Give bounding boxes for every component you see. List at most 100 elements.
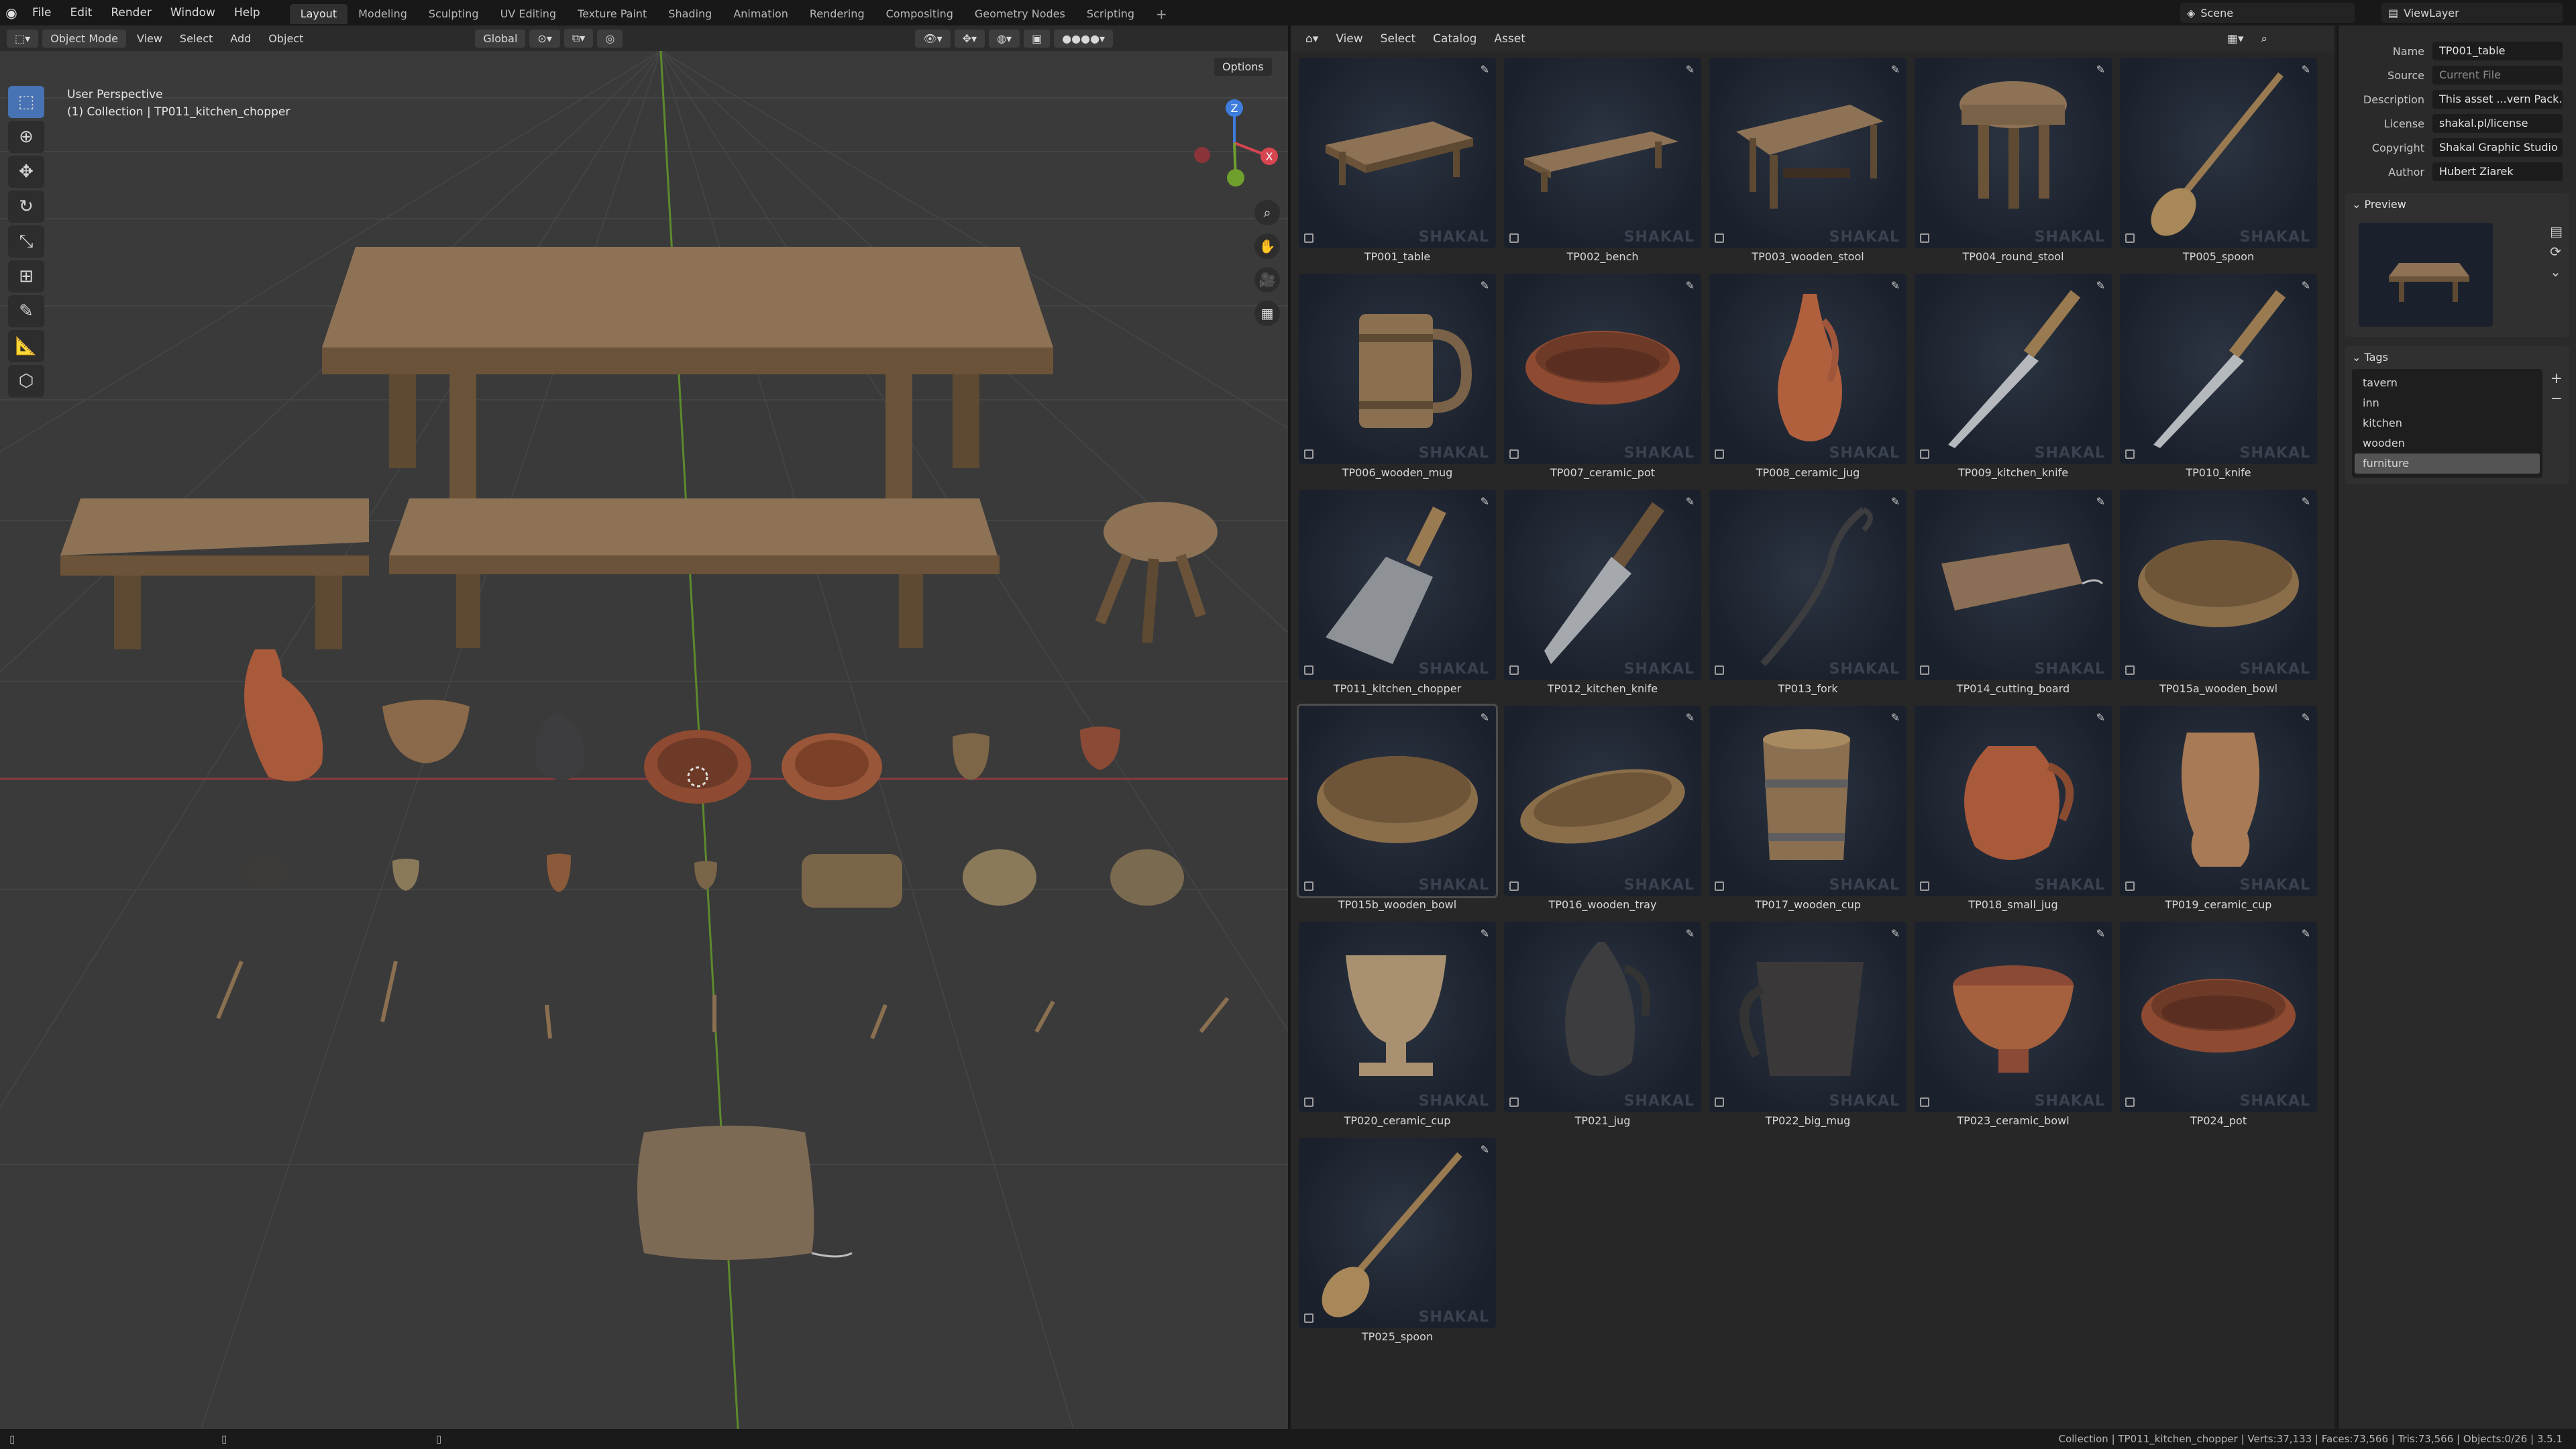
asset-card[interactable]: ✎ SHAKAL TP016_wooden_tray (1504, 706, 1701, 912)
asset-thumbnail[interactable]: ✎ SHAKAL (1915, 706, 2112, 896)
edit-icon[interactable]: ✎ (1891, 63, 1900, 76)
measure-icon[interactable]: 📐 (8, 330, 44, 362)
menu-edit[interactable]: Edit (60, 0, 101, 25)
asset-card[interactable]: ✎ SHAKAL TP021_jug (1504, 922, 1701, 1128)
add-cube-icon[interactable]: ⬡ (8, 365, 44, 397)
annotate-icon[interactable]: ✎ (8, 295, 44, 327)
asset-menu-catalog[interactable]: Catalog (1426, 32, 1483, 46)
asset-thumbnail[interactable]: ✎ SHAKAL (1504, 274, 1701, 464)
asset-card[interactable]: ✎ SHAKAL TP014_cutting_board (1915, 490, 2112, 696)
asset-thumbnail[interactable]: ✎ SHAKAL (1915, 58, 2112, 248)
asset-thumbnail[interactable]: ✎ SHAKAL (1299, 922, 1496, 1112)
tab-rendering[interactable]: Rendering (799, 4, 875, 24)
cursor-icon[interactable]: ⊕ (8, 121, 44, 153)
asset-browser-editor-icon[interactable]: ⌂▾ (1299, 32, 1325, 46)
edit-icon[interactable]: ✎ (2302, 711, 2310, 724)
asset-thumbnail[interactable]: ✎ SHAKAL (1504, 922, 1701, 1112)
asset-card[interactable]: ✎ SHAKAL TP020_ceramic_cup (1299, 922, 1496, 1128)
asset-thumbnail[interactable]: ✎ SHAKAL (1709, 490, 1907, 680)
menu-help[interactable]: Help (225, 0, 270, 25)
asset-thumbnail[interactable]: ✎ SHAKAL (2120, 922, 2317, 1112)
asset-thumbnail[interactable]: ✎ SHAKAL (1915, 274, 2112, 464)
asset-thumbnail[interactable]: ✎ SHAKAL (1709, 706, 1907, 896)
scale-icon[interactable]: ⤡ (8, 225, 44, 258)
ortho-grid-icon[interactable]: ▦ (1254, 301, 1280, 326)
checkbox-icon[interactable] (1509, 233, 1519, 243)
asset-card[interactable]: ✎ SHAKAL TP012_kitchen_knife (1504, 490, 1701, 696)
edit-icon[interactable]: ✎ (2302, 63, 2310, 76)
folder-icon[interactable]: ▤ (2550, 221, 2563, 241)
checkbox-icon[interactable] (1920, 665, 1929, 675)
preview-header[interactable]: ⌄ Preview (2345, 193, 2569, 216)
tab-compositing[interactable]: Compositing (875, 4, 964, 24)
checkbox-icon[interactable] (1509, 449, 1519, 459)
asset-thumbnail[interactable]: ✎ SHAKAL (2120, 274, 2317, 464)
checkbox-icon[interactable] (1304, 665, 1313, 675)
copyright-field[interactable]: Shakal Graphic Studio (2432, 138, 2563, 157)
view-layer-selector[interactable]: ▤ ViewLayer (2381, 3, 2563, 23)
edit-icon[interactable]: ✎ (1481, 63, 1489, 76)
edit-icon[interactable]: ✎ (1481, 1143, 1489, 1156)
author-field[interactable]: Hubert Ziarek (2432, 162, 2563, 181)
tab-scripting[interactable]: Scripting (1076, 4, 1145, 24)
select-box-icon[interactable]: ⬚ (8, 86, 44, 118)
snap-icon[interactable]: ⧉▾ (564, 29, 594, 48)
edit-icon[interactable]: ✎ (1481, 927, 1489, 940)
asset-card[interactable]: ✎ SHAKAL TP025_spoon (1299, 1138, 1496, 1344)
asset-card[interactable]: ✎ SHAKAL TP008_ceramic_jug (1709, 274, 1907, 480)
tag-item[interactable]: tavern (2355, 373, 2540, 393)
tag-item[interactable]: inn (2355, 393, 2540, 413)
menu-window[interactable]: Window (161, 0, 225, 25)
tags-header[interactable]: ⌄ Tags (2345, 346, 2569, 369)
asset-thumbnail[interactable]: ✎ SHAKAL (2120, 490, 2317, 680)
add-tag-icon[interactable]: + (2551, 369, 2563, 389)
camera-icon[interactable]: 🎥 (1254, 267, 1280, 292)
edit-icon[interactable]: ✎ (1481, 495, 1489, 508)
tab-shading[interactable]: Shading (657, 4, 722, 24)
tab-modeling[interactable]: Modeling (347, 4, 418, 24)
checkbox-icon[interactable] (1920, 1097, 1929, 1107)
asset-thumbnail[interactable]: ✎ SHAKAL (1504, 490, 1701, 680)
asset-thumbnail[interactable]: ✎ SHAKAL (1299, 58, 1496, 248)
edit-icon[interactable]: ✎ (1891, 927, 1900, 940)
asset-thumbnail[interactable]: ✎ SHAKAL (1504, 706, 1701, 896)
options-button[interactable]: Options (1214, 58, 1272, 76)
asset-card[interactable]: ✎ SHAKAL TP007_ceramic_pot (1504, 274, 1701, 480)
asset-thumbnail[interactable]: ✎ SHAKAL (1297, 704, 1498, 898)
edit-icon[interactable]: ✎ (1481, 711, 1489, 724)
asset-thumbnail[interactable]: ✎ SHAKAL (2120, 706, 2317, 896)
edit-icon[interactable]: ✎ (1686, 711, 1695, 724)
tab-sculpting[interactable]: Sculpting (418, 4, 490, 24)
asset-thumbnail[interactable]: ✎ SHAKAL (1915, 490, 2112, 680)
move-icon[interactable]: ✥ (8, 156, 44, 188)
asset-card[interactable]: ✎ SHAKAL TP001_table (1299, 58, 1496, 264)
edit-icon[interactable]: ✎ (1891, 711, 1900, 724)
overlay-toggle-icon[interactable]: ◍▾ (989, 29, 1020, 48)
refresh-icon[interactable]: ⟳ (2550, 241, 2563, 262)
scene-selector[interactable]: ◈ Scene (2180, 3, 2355, 23)
tab-geometry-nodes[interactable]: Geometry Nodes (964, 4, 1076, 24)
checkbox-icon[interactable] (1509, 665, 1519, 675)
asset-thumbnail[interactable]: ✎ SHAKAL (1299, 1138, 1496, 1328)
edit-icon[interactable]: ✎ (1686, 63, 1695, 76)
rotate-icon[interactable]: ↻ (8, 191, 44, 223)
checkbox-icon[interactable] (1920, 449, 1929, 459)
asset-menu-select[interactable]: Select (1374, 32, 1422, 46)
edit-icon[interactable]: ✎ (2302, 495, 2310, 508)
asset-card[interactable]: ✎ SHAKAL TP023_ceramic_bowl (1915, 922, 2112, 1128)
viewport-3d[interactable]: ⬚▾ Object Mode View Select Add Object Gl… (0, 25, 1288, 1429)
name-field[interactable]: TP001_table (2432, 42, 2563, 60)
viewport-menu-object[interactable]: Object (262, 32, 310, 45)
checkbox-icon[interactable] (2125, 449, 2135, 459)
chevron-down-small-icon[interactable]: ⌄ (2550, 262, 2563, 282)
viewport-menu-select[interactable]: Select (173, 32, 219, 45)
edit-icon[interactable]: ✎ (1481, 279, 1489, 292)
asset-card[interactable]: ✎ SHAKAL TP002_bench (1504, 58, 1701, 264)
asset-card[interactable]: ✎ SHAKAL TP022_big_mug (1709, 922, 1907, 1128)
edit-icon[interactable]: ✎ (2302, 927, 2310, 940)
checkbox-icon[interactable] (1509, 1097, 1519, 1107)
edit-icon[interactable]: ✎ (1686, 495, 1695, 508)
asset-menu-view[interactable]: View (1329, 32, 1369, 46)
asset-card[interactable]: ✎ SHAKAL TP015a_wooden_bowl (2120, 490, 2317, 696)
edit-icon[interactable]: ✎ (2096, 63, 2105, 76)
